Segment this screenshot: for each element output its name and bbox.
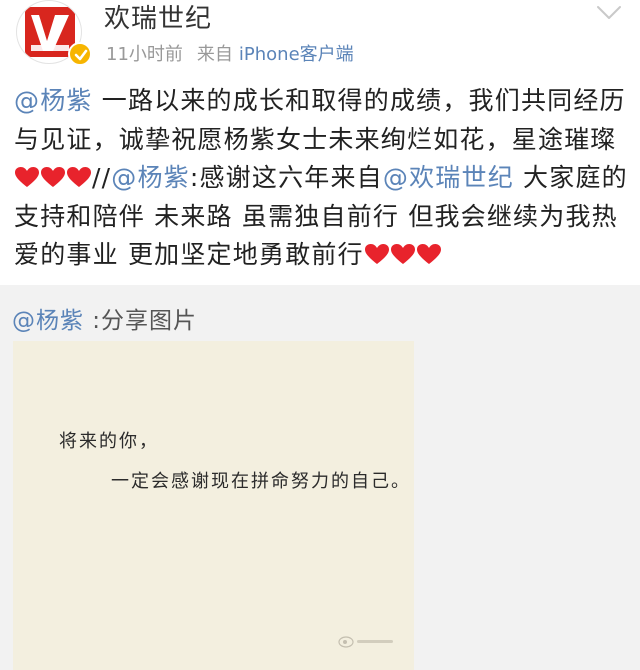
image-watermark xyxy=(337,633,397,652)
mention-link[interactable]: @杨紫 xyxy=(111,163,190,192)
heart-icon xyxy=(14,161,40,187)
heart-icon xyxy=(364,238,390,264)
weibo-watermark-icon xyxy=(338,636,393,648)
source-prefix: 来自 xyxy=(196,44,233,65)
mention-link[interactable]: @杨紫 xyxy=(14,86,93,115)
heart-icon xyxy=(40,161,66,187)
avatar-wrap[interactable] xyxy=(16,0,92,72)
repost-box[interactable]: @杨紫 :分享图片 将来的你， 一定会感谢现在拼命努力的自己。 xyxy=(0,285,640,670)
post-menu-button[interactable] xyxy=(592,2,626,24)
mention-link[interactable]: @欢瑞世纪 xyxy=(383,163,514,192)
user-name[interactable]: 欢瑞世纪 xyxy=(104,0,212,35)
heart-icon xyxy=(416,238,442,264)
shared-image[interactable]: 将来的你， 一定会感谢现在拼命努力的自己。 xyxy=(13,341,414,670)
post-time: 11小时前 xyxy=(106,44,183,65)
post-text-segment: :感谢这六年来自 xyxy=(189,163,383,192)
heart-icon xyxy=(66,161,92,187)
image-quote-line-1: 将来的你， xyxy=(59,431,159,452)
post-text: @杨紫 一路以来的成长和取得的成绩，我们共同经历与见证，诚挚祝愿杨紫女士未来绚烂… xyxy=(14,82,634,275)
post-header: 欢瑞世纪 11小时前 来自 iPhone客户端 xyxy=(0,0,640,78)
source-device-link[interactable]: iPhone客户端 xyxy=(239,44,354,65)
chevron-down-icon xyxy=(597,6,621,19)
post-text-segment: 一路以来的成长和取得的成绩，我们共同经历与见证，诚挚祝愿杨紫女士未来绚烂如花，星… xyxy=(14,86,626,154)
repost-caption: :分享图片 xyxy=(84,308,198,334)
heart-icon xyxy=(390,238,416,264)
image-quote-line-2: 一定会感谢现在拼命努力的自己。 xyxy=(111,471,411,492)
verified-badge xyxy=(68,42,92,66)
repost-mention-link[interactable]: @杨紫 xyxy=(12,308,84,334)
verified-badge-icon xyxy=(74,49,88,61)
post-meta: 11小时前 来自 iPhone客户端 xyxy=(106,40,354,66)
repost-text: @杨紫 :分享图片 xyxy=(12,301,197,335)
repost-separator: // xyxy=(92,163,112,192)
